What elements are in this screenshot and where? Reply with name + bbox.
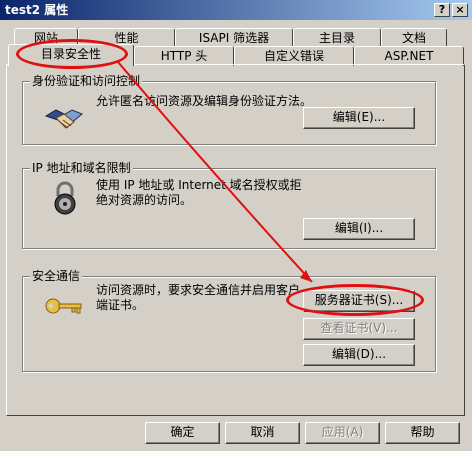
- ip-group-title: IP 地址和域名限制: [30, 161, 133, 175]
- auth-group-title: 身份验证和访问控制: [30, 74, 143, 88]
- auth-edit-button[interactable]: 编辑(E)...: [303, 107, 415, 129]
- title-bar: [0, 0, 472, 20]
- ok-button[interactable]: 确定: [145, 422, 220, 444]
- help-caption-button[interactable]: ?: [434, 3, 450, 17]
- server-certificate-button[interactable]: 服务器证书(S)...: [303, 290, 415, 312]
- secure-group-title: 安全通信: [30, 269, 83, 283]
- tab-documents[interactable]: 文档: [381, 28, 447, 48]
- lock-icon: [50, 180, 80, 216]
- tab-home-directory[interactable]: 主目录: [293, 28, 381, 48]
- auth-description: 允许匿名访问资源及编辑身份验证方法。: [96, 94, 313, 108]
- close-caption-button[interactable]: ×: [452, 3, 468, 17]
- cancel-button[interactable]: 取消: [225, 422, 300, 444]
- tab-isapi-filters[interactable]: ISAPI 筛选器: [175, 28, 293, 48]
- tab-directory-security[interactable]: 目录安全性: [8, 44, 134, 66]
- view-certificate-button[interactable]: 查看证书(V)...: [303, 318, 415, 340]
- secure-description: 访问资源时，要求安全通信并启用客户端证书。: [96, 283, 301, 312]
- secure-edit-button[interactable]: 编辑(D)...: [303, 344, 415, 366]
- apply-button[interactable]: 应用(A): [305, 422, 380, 444]
- handshake-icon: [44, 100, 84, 140]
- tab-custom-errors[interactable]: 自定义错误: [234, 46, 354, 66]
- tab-http-headers[interactable]: HTTP 头: [134, 46, 234, 66]
- tab-aspnet[interactable]: ASP.NET: [354, 46, 464, 66]
- key-icon: [44, 296, 84, 316]
- window-title: test2 属性: [5, 3, 69, 17]
- ip-description: 使用 IP 地址或 Internet 域名授权或拒绝对资源的访问。: [96, 178, 302, 207]
- ip-edit-button[interactable]: 编辑(I)...: [303, 218, 415, 240]
- help-button[interactable]: 帮助: [385, 422, 460, 444]
